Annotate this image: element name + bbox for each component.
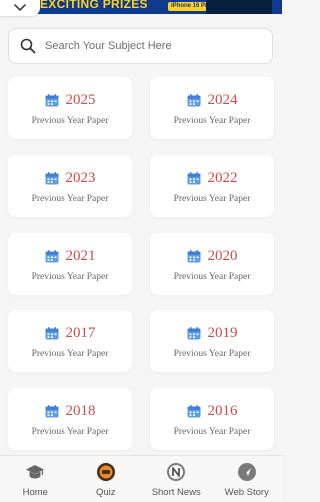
- paper-card[interactable]: 2025 Previous Year Paper: [8, 77, 132, 139]
- card-label: Previous Year Paper: [31, 193, 109, 204]
- card-year: 2023: [65, 170, 96, 186]
- calendar-icon: [187, 94, 201, 107]
- card-label: Previous Year Paper: [173, 271, 251, 282]
- nav-label: Home: [22, 487, 48, 498]
- search-bar[interactable]: [8, 28, 273, 64]
- paper-card[interactable]: 2024 Previous Year Paper: [150, 77, 274, 139]
- page: EXCITING PRIZES iPhone 16 Pro 2025 Previ…: [0, 0, 282, 502]
- nav-label: Quiz: [95, 487, 116, 498]
- card-label: Previous Year Paper: [31, 348, 109, 359]
- banner-phone-image: [206, 0, 272, 14]
- card-year: 2016: [207, 403, 238, 419]
- paper-card[interactable]: 2023 Previous Year Paper: [8, 155, 132, 217]
- promo-banner[interactable]: EXCITING PRIZES iPhone 16 Pro: [0, 0, 282, 14]
- paper-card[interactable]: 2022 Previous Year Paper: [150, 155, 274, 217]
- nav-item-quiz[interactable]: Quiz: [71, 456, 142, 502]
- chevron-down-icon: [14, 0, 26, 17]
- card-label: Previous Year Paper: [31, 115, 109, 126]
- nav-item-home[interactable]: Home: [0, 456, 71, 502]
- card-year: 2019: [207, 325, 238, 341]
- bottom-nav: Home Quiz Short News Web Story: [0, 455, 282, 502]
- calendar-icon: [187, 172, 201, 185]
- card-year: 2022: [207, 170, 238, 186]
- card-year: 2021: [65, 248, 96, 264]
- nav-label: Short News: [151, 487, 201, 498]
- paper-card[interactable]: 2018 Previous Year Paper: [8, 388, 132, 450]
- search-input[interactable]: [45, 40, 265, 52]
- collapse-banner-button[interactable]: [0, 0, 40, 16]
- calendar-icon: [45, 172, 59, 185]
- calendar-icon: [45, 250, 59, 263]
- nav-label: Web Story: [224, 487, 269, 498]
- calendar-icon: [187, 250, 201, 263]
- calendar-icon: [45, 94, 59, 107]
- card-label: Previous Year Paper: [31, 271, 109, 282]
- card-year: 2017: [65, 325, 96, 341]
- card-year: 2025: [65, 92, 96, 108]
- paper-card[interactable]: 2019 Previous Year Paper: [150, 310, 274, 372]
- card-label: Previous Year Paper: [31, 426, 109, 437]
- card-label: Previous Year Paper: [173, 426, 251, 437]
- card-label: Previous Year Paper: [173, 348, 251, 359]
- paper-card[interactable]: 2021 Previous Year Paper: [8, 233, 132, 295]
- card-label: Previous Year Paper: [173, 193, 251, 204]
- graduation-cap-icon: [25, 462, 45, 482]
- card-label: Previous Year Paper: [173, 115, 251, 126]
- paper-card[interactable]: 2020 Previous Year Paper: [150, 233, 274, 295]
- calendar-icon: [187, 405, 201, 418]
- nav-item-web-story[interactable]: Web Story: [212, 456, 283, 502]
- card-year: 2024: [207, 92, 238, 108]
- calendar-icon: [45, 405, 59, 418]
- card-year: 2018: [65, 403, 96, 419]
- nav-item-short-news[interactable]: Short News: [141, 456, 212, 502]
- banner-text: EXCITING PRIZES: [40, 0, 148, 11]
- card-year: 2020: [207, 248, 238, 264]
- search-icon: [19, 37, 37, 55]
- paper-card[interactable]: 2016 Previous Year Paper: [150, 388, 274, 450]
- calendar-icon: [187, 327, 201, 340]
- quiz-icon: [96, 462, 116, 482]
- paper-card[interactable]: 2017 Previous Year Paper: [8, 310, 132, 372]
- web-story-icon: [237, 462, 257, 482]
- news-icon: [166, 462, 186, 482]
- calendar-icon: [45, 327, 59, 340]
